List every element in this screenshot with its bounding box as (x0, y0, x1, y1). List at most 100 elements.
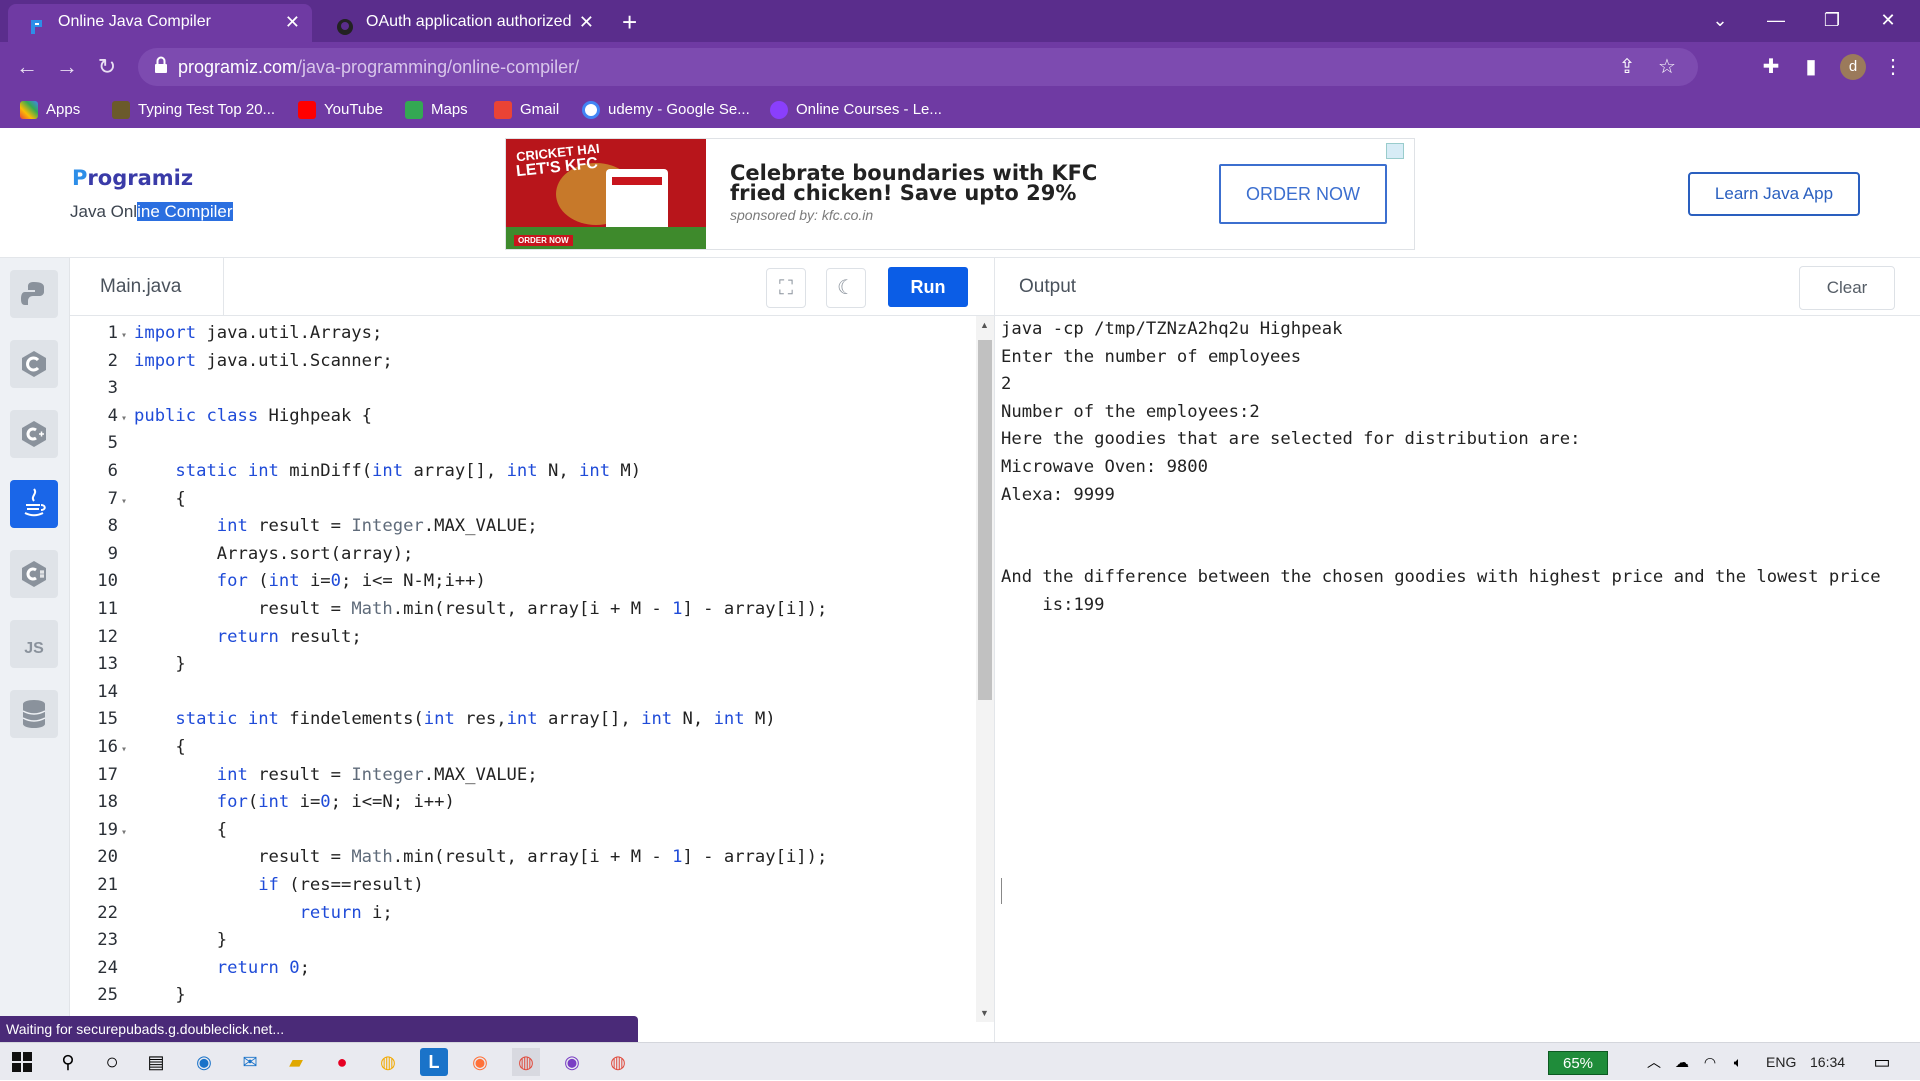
file-explorer-icon[interactable]: ▰ (282, 1048, 310, 1076)
code-line[interactable]: 9 Arrays.sort(array); (70, 541, 976, 569)
profile-avatar[interactable]: d (1840, 54, 1866, 80)
chrome-active-icon[interactable]: ◍ (512, 1048, 540, 1076)
tab-search-chevron-down-icon[interactable]: ⌄ (1692, 0, 1748, 40)
sql-database-icon[interactable] (10, 690, 58, 738)
chevron-up-icon[interactable]: ︿ (1640, 1048, 1668, 1076)
fold-caret-icon[interactable]: ▾ (118, 322, 134, 350)
back-arrow-icon[interactable]: ← (10, 50, 44, 84)
ad-order-now-button[interactable]: ORDER NOW (1219, 164, 1387, 224)
code-line[interactable]: 21 if (res==result) (70, 872, 976, 900)
chrome-icon[interactable]: ◍ (374, 1048, 402, 1076)
reload-icon[interactable]: ↻ (90, 50, 124, 84)
code-line[interactable]: 2 import java.util.Scanner; (70, 348, 976, 376)
bookmark-star-icon[interactable]: ☆ (1650, 50, 1684, 84)
edge-icon[interactable]: ◉ (190, 1048, 218, 1076)
kfc-ad-banner[interactable]: CRICKET HAI LET'S KFC ORDER NOW Celebrat… (505, 138, 1415, 250)
code-line[interactable]: 8 int result = Integer.MAX_VALUE; (70, 513, 976, 541)
code-line[interactable]: 12 return result; (70, 624, 976, 652)
cortana-circle-icon[interactable]: ○ (98, 1048, 126, 1076)
bookmark-udemy-google[interactable]: udemy - Google Se... (582, 92, 750, 128)
code-line[interactable]: 23 } (70, 927, 976, 955)
side-panel-icon[interactable]: ▮ (1794, 50, 1828, 84)
code-line[interactable]: 22 return i; (70, 900, 976, 928)
cpp-language-icon[interactable] (10, 410, 58, 458)
bookmark-youtube[interactable]: YouTube (298, 92, 383, 128)
tab-oauth-authorized[interactable]: OAuth application authorized ✕ (316, 4, 606, 42)
code-line[interactable]: 19 ▾ { (70, 817, 976, 845)
c-language-icon[interactable] (10, 340, 58, 388)
adchoices-icon[interactable] (1386, 143, 1404, 159)
close-tab-icon[interactable]: ✕ (579, 4, 594, 40)
wifi-icon[interactable]: ◠ (1696, 1048, 1724, 1076)
fold-caret-icon[interactable]: ▾ (118, 488, 134, 516)
bookmark-apps[interactable]: Apps (20, 92, 80, 128)
fold-caret-icon[interactable]: ▾ (118, 736, 134, 764)
bookmark-online-courses[interactable]: Online Courses - Le... (770, 92, 942, 128)
editor-scrollbar[interactable]: ▲ ▼ (976, 316, 994, 1022)
code-line[interactable]: 13 } (70, 651, 976, 679)
code-line[interactable]: 7 ▾ { (70, 486, 976, 514)
clear-button[interactable]: Clear (1799, 266, 1895, 310)
fold-caret-icon[interactable]: ▾ (118, 819, 134, 847)
code-line[interactable]: 18 for(int i=0; i<=N; i++) (70, 789, 976, 817)
l-app-icon[interactable]: L (420, 1048, 448, 1076)
extensions-puzzle-icon[interactable]: ✚ (1754, 50, 1788, 84)
bookmark-typing-test[interactable]: Typing Test Top 20... (112, 92, 275, 128)
code-line[interactable]: 3 (70, 375, 976, 403)
bookmark-gmail[interactable]: Gmail (494, 92, 559, 128)
scrollbar-thumb[interactable] (978, 340, 992, 700)
csharp-language-icon[interactable] (10, 550, 58, 598)
network-icon[interactable]: ☁ (1668, 1048, 1696, 1076)
mail-icon[interactable]: ✉ (236, 1048, 264, 1076)
code-line[interactable]: 6 static int minDiff(int array[], int N,… (70, 458, 976, 486)
python-icon[interactable] (10, 270, 58, 318)
fullscreen-icon[interactable]: ⛶ (766, 268, 806, 308)
fold-caret-icon[interactable]: ▾ (118, 405, 134, 433)
code-line[interactable]: 16 ▾ { (70, 734, 976, 762)
address-bar[interactable]: programiz.com/java-programming/online-co… (138, 48, 1698, 86)
code-line[interactable]: 15 static int findelements(int res,int a… (70, 706, 976, 734)
close-tab-icon[interactable]: ✕ (285, 4, 300, 40)
firefox-icon[interactable]: ◉ (466, 1048, 494, 1076)
share-icon[interactable]: ⇪ (1610, 50, 1644, 84)
scroll-down-arrow-icon[interactable]: ▼ (980, 1008, 989, 1018)
notifications-icon[interactable]: ▭ (1868, 1048, 1896, 1076)
code-line[interactable]: 10 for (int i=0; i<= N-M;i++) (70, 568, 976, 596)
pinterest-icon[interactable]: ● (328, 1048, 356, 1076)
code-editor[interactable]: 1 ▾ import java.util.Arrays; 2 import java.… (70, 316, 976, 1022)
volume-icon[interactable]: 🔈︎ (1724, 1048, 1752, 1076)
minimize-icon[interactable]: — (1748, 0, 1804, 40)
menu-kebab-icon[interactable]: ⋮ (1876, 50, 1910, 84)
java-language-icon[interactable] (10, 480, 58, 528)
file-tab-main-java[interactable]: Main.java (70, 258, 224, 316)
code-line[interactable]: 20 result = Math.min(result, array[i + M… (70, 844, 976, 872)
close-window-icon[interactable]: ✕ (1860, 0, 1916, 40)
windows-start-icon[interactable] (8, 1048, 36, 1076)
code-line[interactable]: 11 result = Math.min(result, array[i + M… (70, 596, 976, 624)
scroll-up-arrow-icon[interactable]: ▲ (980, 320, 989, 330)
dark-mode-moon-icon[interactable]: ☾ (826, 268, 866, 308)
output-console[interactable]: java -cp /tmp/TZNzA2hq2u Highpeak Enter t… (1001, 316, 1915, 620)
code-line[interactable]: 1 ▾ import java.util.Arrays; (70, 320, 976, 348)
search-icon[interactable]: ⚲ (54, 1048, 82, 1076)
code-line[interactable]: 4 ▾ public class Highpeak { (70, 403, 976, 431)
run-button[interactable]: Run (888, 267, 968, 307)
tab-online-java-compiler[interactable]: Online Java Compiler ✕ (8, 4, 312, 42)
task-view-icon[interactable]: ▤ (142, 1048, 170, 1076)
forward-arrow-icon[interactable]: → (50, 50, 84, 84)
language-indicator[interactable]: ENG (1766, 1043, 1796, 1081)
purple-app-icon[interactable]: ◉ (558, 1048, 586, 1076)
restore-icon[interactable]: ❐ (1804, 0, 1860, 40)
battery-indicator[interactable]: 65% (1548, 1051, 1608, 1075)
code-line[interactable]: 5 (70, 430, 976, 458)
code-line[interactable]: 24 return 0; (70, 955, 976, 983)
code-line[interactable]: 17 int result = Integer.MAX_VALUE; (70, 762, 976, 790)
programiz-logo[interactable]: Programiz (72, 166, 193, 190)
chrome-profile-icon[interactable]: ◍ (604, 1048, 632, 1076)
learn-java-app-button[interactable]: Learn Java App (1688, 172, 1860, 216)
new-tab-plus-icon[interactable]: + (622, 4, 637, 40)
clock[interactable]: 16:34 (1810, 1043, 1845, 1081)
bookmark-maps[interactable]: Maps (405, 92, 468, 128)
code-line[interactable]: 25 } (70, 982, 976, 1010)
code-line[interactable]: 14 (70, 679, 976, 707)
